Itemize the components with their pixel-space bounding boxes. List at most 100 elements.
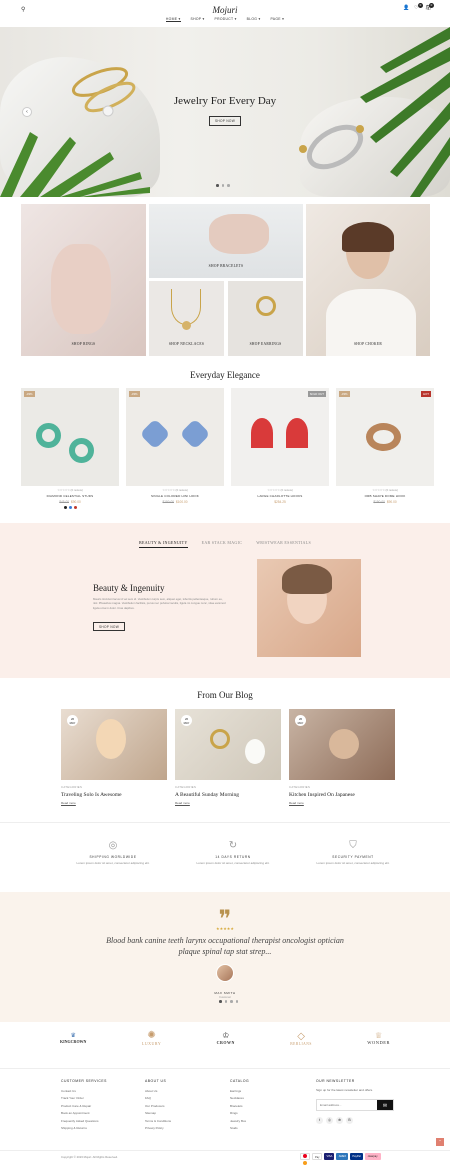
- category-bracelets[interactable]: SHOP BRACELETS: [149, 204, 303, 278]
- blog-post[interactable]: 26 MAY CATEGORIES A Beautiful Sunday Morn…: [175, 709, 281, 805]
- footer-link[interactable]: Frequently Asked Questions: [61, 1118, 107, 1126]
- blog-post[interactable]: 26 MAY CATEGORIES Kitchen Inspired On Jap…: [289, 709, 395, 805]
- testimonial-quote: Blood bank canine teeth larynx occupatio…: [106, 936, 344, 956]
- footer-link[interactable]: Terms & Conditions: [145, 1118, 171, 1126]
- read-more-link[interactable]: Read more: [61, 801, 167, 805]
- back-to-top-button[interactable]: ⌃: [436, 1138, 444, 1146]
- nav-home[interactable]: HOME ▾: [165, 17, 181, 22]
- hero-prev-button[interactable]: ‹: [22, 107, 32, 117]
- footer-link[interactable]: Book an Appointment: [61, 1110, 107, 1118]
- category-choker[interactable]: SHOP CHOKER: [306, 204, 430, 356]
- blog-post[interactable]: 26 MAY CATEGORIES Traveling Solo Is Aweso…: [61, 709, 167, 805]
- cart-icon[interactable]: 🛍 0: [425, 3, 434, 11]
- blog-post-title[interactable]: Traveling Solo Is Awesome: [61, 792, 167, 798]
- blog-image[interactable]: 26 MAY: [289, 709, 395, 780]
- product-name[interactable]: SINGLE COLORED HINI HOOK: [126, 494, 224, 498]
- twitter-icon[interactable]: t: [316, 1117, 323, 1124]
- footer-link[interactable]: Shipping & Returns: [61, 1125, 107, 1133]
- blog-category[interactable]: CATEGORIES: [289, 785, 395, 789]
- footer-link[interactable]: FAQ: [145, 1095, 171, 1103]
- tab-wristwear[interactable]: WRISTWEAR ESSENTIALS: [256, 540, 311, 548]
- tab-beauty[interactable]: BEAUTY & INGENUITY: [139, 540, 188, 548]
- feature-image: [257, 559, 361, 657]
- newsletter-email-input[interactable]: [317, 1100, 377, 1110]
- footer-link[interactable]: Track Your Order: [61, 1095, 107, 1103]
- slider-dot[interactable]: [235, 1000, 238, 1003]
- behance-icon[interactable]: B: [346, 1117, 353, 1124]
- hand-image: [209, 214, 269, 254]
- site-logo[interactable]: Mojuri: [205, 5, 245, 15]
- wishlist-count: 0: [418, 3, 423, 8]
- footer-link[interactable]: Necklaces: [230, 1095, 249, 1103]
- blog-category[interactable]: CATEGORIES: [61, 785, 167, 789]
- product-image[interactable]: -33%: [126, 388, 224, 486]
- footer-link[interactable]: Product Care & Repair: [61, 1103, 107, 1111]
- slider-dot[interactable]: [227, 184, 230, 187]
- wishlist-icon[interactable]: ♡ 0: [414, 3, 423, 11]
- search-icon[interactable]: ⚲: [21, 6, 25, 13]
- hero-shop-button[interactable]: SHOP NOW: [209, 116, 241, 126]
- product-card[interactable]: -33% ☆☆☆☆☆ (0 review) SINGLE COLORED HIN…: [126, 388, 224, 509]
- product-card[interactable]: SOLD OUT ☆☆☆☆☆ (0 review) LARGE CHARLOTT…: [231, 388, 329, 509]
- product-name[interactable]: DIAMOND CELESTIAL STUDS: [21, 494, 119, 498]
- slider-dot[interactable]: [216, 184, 219, 187]
- hero-decor: [0, 27, 450, 197]
- brand-crown[interactable]: ♔ CROWN: [217, 1031, 235, 1045]
- nav-page[interactable]: PAGE ▾: [270, 17, 284, 22]
- product-name[interactable]: ORB SHAPE DOME HOOK: [336, 494, 434, 498]
- product-name[interactable]: LARGE CHARLOTTE HOOKS: [231, 494, 329, 498]
- product-image[interactable]: -33%: [21, 388, 119, 486]
- blog-category[interactable]: CATEGORIES: [175, 785, 281, 789]
- blog-date: 26 MAY: [295, 715, 306, 726]
- category-rings[interactable]: SHOP RINGS: [21, 204, 146, 356]
- brand-berlians[interactable]: ◇ BERLIANS: [290, 1031, 312, 1046]
- swatch-red[interactable]: [73, 506, 77, 509]
- slider-dot[interactable]: [221, 184, 224, 187]
- footer-link[interactable]: Sitemap: [145, 1110, 171, 1118]
- account-icon[interactable]: 👤: [403, 5, 409, 11]
- category-necklaces[interactable]: SHOP NECKLACES: [149, 281, 224, 356]
- crown-icon: ♔: [222, 1031, 230, 1040]
- read-more-link[interactable]: Read more: [289, 801, 395, 805]
- footer-link[interactable]: Jewelry Box: [230, 1118, 249, 1126]
- dribbble-icon[interactable]: ⊕: [336, 1117, 343, 1124]
- product-card[interactable]: -33% ☆☆☆☆☆ (0 review) DIAMOND CELESTIAL …: [21, 388, 119, 509]
- product-image[interactable]: -33% HOT: [336, 388, 434, 486]
- payment-icons: Pay VISA AMEX PayPal clearpay: [298, 1153, 381, 1165]
- product-rating: ☆☆☆☆☆ (0 review): [267, 488, 293, 492]
- diamond-icon: ◇: [297, 1030, 305, 1042]
- blog-post-title[interactable]: A Beautiful Sunday Morning: [175, 792, 281, 798]
- product-card[interactable]: -33% HOT ☆☆☆☆☆ (0 review) ORB SHAPE DOME…: [336, 388, 434, 509]
- swatch-blue[interactable]: [68, 506, 72, 509]
- brand-kingcrown[interactable]: ♛ KINGCROWN: [60, 1032, 86, 1044]
- instagram-icon[interactable]: ◎: [326, 1117, 333, 1124]
- newsletter-submit-button[interactable]: ✉: [377, 1100, 393, 1110]
- blog-post-title[interactable]: Kitchen Inspired On Japanese: [289, 792, 395, 798]
- blog-image[interactable]: 26 MAY: [175, 709, 281, 780]
- nav-shop[interactable]: SHOP ▾: [191, 17, 205, 22]
- footer-link[interactable]: Rings: [230, 1110, 249, 1118]
- footer-link[interactable]: Privacy Policy: [145, 1125, 171, 1133]
- footer-link[interactable]: Bracelets: [230, 1103, 249, 1111]
- slider-dot[interactable]: [219, 1000, 222, 1003]
- tab-ear-stack[interactable]: EAR STACK MAGIC: [202, 540, 243, 548]
- nav-blog[interactable]: BLOG ▾: [247, 17, 261, 22]
- footer-link[interactable]: Earrings: [230, 1088, 249, 1096]
- feature-shop-button[interactable]: SHOP NOW: [93, 622, 125, 631]
- footer-link[interactable]: About Us: [145, 1088, 171, 1096]
- slider-dot[interactable]: [230, 1000, 233, 1003]
- blog-image[interactable]: 26 MAY: [61, 709, 167, 780]
- nav-product[interactable]: PRODUCT ▾: [215, 17, 237, 22]
- read-more-link[interactable]: Read more: [175, 801, 281, 805]
- footer-link[interactable]: Studs: [230, 1125, 249, 1133]
- swatch-black[interactable]: [63, 506, 67, 509]
- product-price: $254.25: [274, 500, 286, 504]
- category-earrings[interactable]: SHOP EARRINGS: [228, 281, 303, 356]
- feature-return: ↻ 14 DAYS RETURN Lorem ipsum dolor sit a…: [173, 840, 293, 865]
- brand-wonder[interactable]: ♕ WONDER: [367, 1031, 390, 1045]
- footer-link[interactable]: Contact Us: [61, 1088, 107, 1096]
- slider-dot[interactable]: [224, 1000, 227, 1003]
- footer-link[interactable]: Our Producers: [145, 1103, 171, 1111]
- product-image[interactable]: SOLD OUT: [231, 388, 329, 486]
- brand-luxury[interactable]: ✺ LUXURY: [142, 1030, 161, 1046]
